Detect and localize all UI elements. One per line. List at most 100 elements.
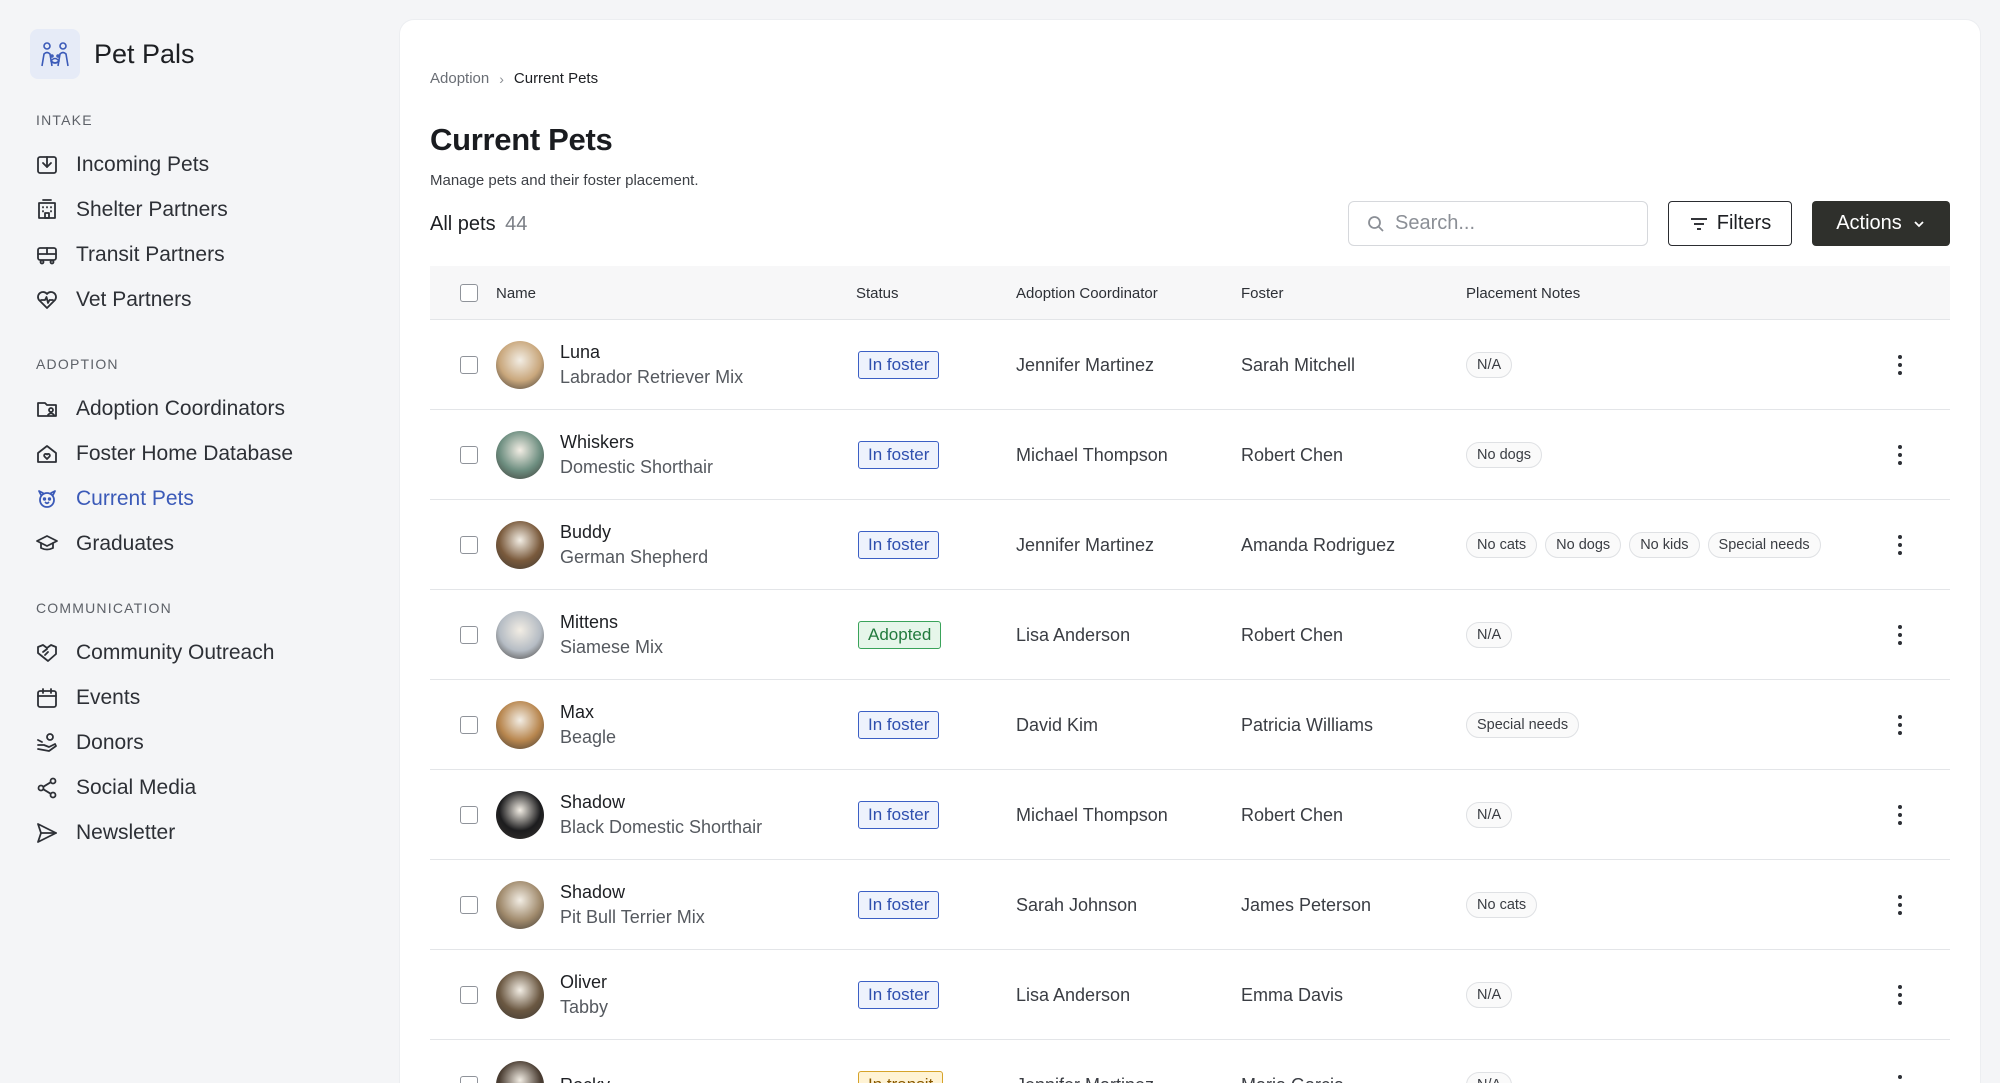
pet-avatar[interactable] [496, 521, 544, 569]
row-checkbox[interactable] [460, 536, 478, 554]
table-row[interactable]: Luna Labrador Retriever Mix In foster Jenni… [430, 320, 1950, 410]
pet-avatar[interactable] [496, 1061, 544, 1083]
table-row[interactable]: Shadow Pit Bull Terrier Mix In foster Sarah… [430, 860, 1950, 950]
more-vertical-icon[interactable] [1890, 620, 1910, 650]
more-vertical-icon[interactable] [1890, 800, 1910, 830]
sidebar-item-social-media[interactable]: Social Media [30, 765, 400, 810]
pet-avatar[interactable] [496, 341, 544, 389]
status-cell: In foster [858, 950, 940, 1040]
row-checkbox[interactable] [460, 1076, 478, 1083]
status-cell: Adopted [858, 590, 942, 680]
pet-avatar[interactable] [496, 611, 544, 659]
sidebar-item-vet-partners[interactable]: Vet Partners [30, 277, 400, 322]
coordinator-name: Sarah Johnson [1016, 894, 1138, 915]
pet-avatar[interactable] [496, 971, 544, 1019]
folder-user-icon [34, 396, 60, 422]
row-select-cell [460, 950, 478, 1040]
more-vertical-icon[interactable] [1890, 530, 1910, 560]
more-vertical-icon[interactable] [1890, 350, 1910, 380]
breadcrumb-parent[interactable]: Adoption [430, 70, 489, 87]
table-row[interactable]: Shadow Black Domestic Shorthair In foster M… [430, 770, 1950, 860]
select-all-checkbox[interactable] [460, 284, 478, 302]
status-badge: In foster [858, 531, 940, 559]
sidebar-item-donors[interactable]: Donors [30, 720, 400, 765]
foster-name: Robert Chen [1241, 804, 1344, 825]
more-vertical-icon[interactable] [1890, 1070, 1910, 1083]
pets-table: Name Status Adoption Coordinator Foster … [430, 266, 1950, 1083]
sidebar-item-events[interactable]: Events [30, 675, 400, 720]
sidebar-item-incoming-pets[interactable]: Incoming Pets [30, 142, 400, 187]
search-input[interactable] [1395, 212, 1625, 235]
more-vertical-icon[interactable] [1890, 710, 1910, 740]
foster-name: Sarah Mitchell [1241, 354, 1356, 375]
more-vertical-icon[interactable] [1890, 440, 1910, 470]
more-vertical-icon[interactable] [1890, 890, 1910, 920]
pet-name[interactable]: Shadow [560, 880, 625, 904]
pet-name[interactable]: Mittens [560, 610, 618, 634]
paw-people-logo-icon [30, 29, 80, 79]
sidebar-item-label: Social Media [76, 775, 197, 799]
row-checkbox[interactable] [460, 806, 478, 824]
sidebar-item-community-outreach[interactable]: Community Outreach [30, 630, 400, 675]
placement-notes-cell: No dogs [1466, 410, 1543, 500]
pet-name[interactable]: Whiskers [560, 430, 634, 454]
table-row[interactable]: Oliver Tabby In foster Lisa Anderson Emma Da… [430, 950, 1950, 1040]
status-cell: In foster [858, 410, 940, 500]
table-row[interactable]: Rocky In transit Jennifer Martinez Maria Ga… [430, 1040, 1950, 1083]
brand-name: Pet Pals [94, 38, 195, 69]
sidebar-item-shelter-partners[interactable]: Shelter Partners [30, 187, 400, 232]
column-header-coordinator[interactable]: Adoption Coordinator [1016, 266, 1158, 320]
pet-name[interactable]: Buddy [560, 520, 611, 544]
pet-name[interactable]: Max [560, 700, 594, 724]
placement-notes-cell: N/A [1466, 770, 1513, 860]
sidebar-item-adoption-coordinators[interactable]: Adoption Coordinators [30, 386, 400, 431]
table-row[interactable]: Whiskers Domestic Shorthair In foster Micha… [430, 410, 1950, 500]
page-subtitle: Manage pets and their foster placement. [430, 172, 699, 189]
pet-avatar[interactable] [496, 881, 544, 929]
sidebar-item-transit-partners[interactable]: Transit Partners [30, 232, 400, 277]
sidebar-item-label: Shelter Partners [76, 197, 228, 221]
row-checkbox[interactable] [460, 356, 478, 374]
calendar-icon [34, 685, 60, 711]
sidebar-item-label: Vet Partners [76, 287, 192, 311]
table-row[interactable]: Mittens Siamese Mix Adopted Lisa Anderson Ro… [430, 590, 1950, 680]
row-checkbox[interactable] [460, 986, 478, 1004]
column-header-foster[interactable]: Foster [1241, 266, 1284, 320]
column-header-status[interactable]: Status [856, 266, 899, 320]
row-checkbox[interactable] [460, 626, 478, 644]
column-header-notes[interactable]: Placement Notes [1466, 266, 1580, 320]
table-row[interactable]: Max Beagle In foster David Kim Patricia Will… [430, 680, 1950, 770]
pet-name[interactable]: Luna [560, 340, 600, 364]
brand[interactable]: Pet Pals [30, 28, 400, 80]
placement-notes-cell: N/A [1466, 1040, 1513, 1083]
actions-button[interactable]: Actions [1812, 201, 1950, 246]
pet-name-cell: Whiskers Domestic Shorthair [560, 410, 713, 500]
pet-avatar-cell [496, 410, 544, 500]
foster-name: James Peterson [1241, 894, 1372, 915]
pet-name-cell: Buddy German Shepherd [560, 500, 708, 590]
search-box[interactable] [1348, 201, 1648, 246]
sidebar-item-current-pets[interactable]: Current Pets [30, 476, 400, 521]
pet-name[interactable]: Shadow [560, 790, 625, 814]
hand-coins-icon [34, 730, 60, 756]
row-select-cell [460, 590, 478, 680]
pet-name[interactable]: Oliver [560, 970, 607, 994]
status-badge: In foster [858, 981, 940, 1009]
row-checkbox[interactable] [460, 896, 478, 914]
table-row[interactable]: Buddy German Shepherd In foster Jennifer Ma… [430, 500, 1950, 590]
pet-avatar[interactable] [496, 791, 544, 839]
pet-avatar[interactable] [496, 701, 544, 749]
foster-name: Amanda Rodriguez [1241, 534, 1396, 555]
sidebar-item-foster-home-database[interactable]: Foster Home Database [30, 431, 400, 476]
sidebar-item-newsletter[interactable]: Newsletter [30, 810, 400, 855]
pet-name[interactable]: Rocky [560, 1073, 610, 1083]
pet-avatar[interactable] [496, 431, 544, 479]
row-checkbox[interactable] [460, 446, 478, 464]
coordinator-name: Lisa Anderson [1016, 984, 1131, 1005]
filters-button[interactable]: Filters [1668, 201, 1792, 246]
more-vertical-icon[interactable] [1890, 980, 1910, 1010]
column-header-name[interactable]: Name [496, 266, 536, 320]
row-checkbox[interactable] [460, 716, 478, 734]
chevron-right-icon: › [499, 70, 504, 87]
sidebar-item-graduates[interactable]: Graduates [30, 521, 400, 566]
